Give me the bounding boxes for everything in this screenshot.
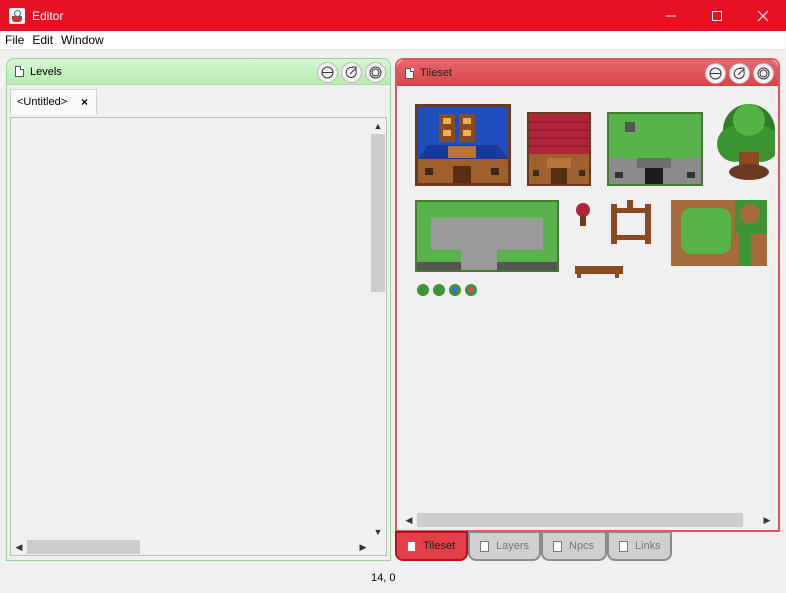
- tileset-panel-header[interactable]: Tileset: [397, 60, 778, 86]
- close-button[interactable]: [740, 0, 786, 31]
- scroll-left-arrow[interactable]: ◀: [11, 539, 27, 555]
- tile-stone-house[interactable]: [607, 112, 703, 186]
- scroll-down-arrow[interactable]: ▼: [370, 524, 386, 540]
- document-icon: [619, 540, 628, 552]
- window-controls: [648, 0, 786, 31]
- tab-npcs-label: Npcs: [569, 540, 595, 552]
- levels-panel-title: Levels: [30, 65, 62, 78]
- status-coords: 14, 0: [371, 572, 396, 584]
- maximize-button[interactable]: [694, 0, 740, 31]
- tile-tree[interactable]: [717, 104, 779, 180]
- document-icon: [407, 540, 416, 552]
- tab-npcs[interactable]: Npcs: [541, 531, 607, 561]
- scroll-right-arrow[interactable]: ▶: [759, 512, 775, 528]
- maximize-panel-button[interactable]: [753, 63, 774, 84]
- document-icon: [15, 66, 24, 77]
- maximize-panel-icon: [757, 67, 770, 80]
- tab-untitled[interactable]: <Untitled> ×: [10, 89, 97, 114]
- minimize-panel-icon: [709, 67, 722, 80]
- tile-fence[interactable]: [611, 200, 651, 244]
- tileset-image[interactable]: [401, 92, 779, 510]
- tile-courtyard[interactable]: [415, 200, 559, 272]
- title-bar: Editor: [0, 0, 786, 31]
- restore-panel-button[interactable]: [729, 63, 750, 84]
- minimize-panel-icon: [321, 66, 334, 79]
- restore-panel-icon: [733, 67, 745, 79]
- tile-grass-patch[interactable]: [671, 200, 767, 266]
- tile-red-house[interactable]: [527, 112, 591, 186]
- maximize-icon: [712, 10, 722, 21]
- window-title: Editor: [32, 8, 64, 23]
- tileset-horizontal-scrollbar[interactable]: ◀ ▶: [401, 512, 775, 528]
- tab-layers[interactable]: Layers: [468, 531, 541, 561]
- java-app-icon: [9, 7, 25, 24]
- minimize-panel-button[interactable]: [317, 62, 338, 83]
- menu-window[interactable]: Window: [57, 31, 108, 50]
- close-icon: [757, 10, 769, 21]
- tileset-panel: Tileset ◀ ▶: [395, 58, 780, 532]
- tile-signpost[interactable]: [576, 203, 590, 226]
- tab-layers-label: Layers: [496, 540, 530, 552]
- tab-links[interactable]: Links: [607, 531, 672, 561]
- tileset-canvas[interactable]: [401, 92, 779, 510]
- levels-vertical-scrollbar[interactable]: ▲ ▼: [370, 118, 386, 540]
- tab-untitled-label: <Untitled>: [17, 96, 68, 108]
- scroll-up-arrow[interactable]: ▲: [370, 118, 386, 134]
- minimize-panel-button[interactable]: [705, 63, 726, 84]
- maximize-panel-icon: [369, 66, 382, 79]
- minimize-icon: [666, 15, 676, 16]
- tileset-panel-title: Tileset: [420, 67, 452, 79]
- document-icon: [480, 540, 489, 552]
- levels-panel: Levels <Untitled> × ▲ ▼ ◀ ▶: [6, 58, 391, 561]
- levels-horizontal-scrollbar[interactable]: ◀ ▶: [11, 539, 371, 555]
- menu-edit[interactable]: Edit: [28, 31, 57, 50]
- levels-panel-header[interactable]: Levels: [7, 59, 390, 85]
- scroll-left-arrow[interactable]: ◀: [401, 512, 417, 528]
- restore-panel-button[interactable]: [341, 62, 362, 83]
- vertical-scroll-thumb[interactable]: [371, 134, 385, 292]
- tile-logs[interactable]: [575, 266, 623, 278]
- minimize-button[interactable]: [648, 0, 694, 31]
- tile-blue-house[interactable]: [415, 104, 511, 186]
- menu-file[interactable]: File: [1, 31, 28, 50]
- maximize-panel-button[interactable]: [365, 62, 386, 83]
- document-icon: [405, 67, 414, 79]
- menu-bar: File Edit Window: [1, 31, 785, 50]
- level-canvas[interactable]: ▲ ▼ ◀ ▶: [10, 117, 387, 556]
- tile-flowers[interactable]: [417, 284, 477, 296]
- scroll-right-arrow[interactable]: ▶: [355, 539, 371, 555]
- horizontal-scroll-thumb[interactable]: [27, 540, 140, 554]
- document-icon: [553, 540, 562, 552]
- tab-close-button[interactable]: ×: [81, 95, 88, 109]
- tab-tileset-label: Tileset: [423, 540, 455, 552]
- tab-links-label: Links: [635, 540, 661, 552]
- restore-panel-icon: [345, 66, 357, 78]
- horizontal-scroll-thumb[interactable]: [417, 513, 743, 527]
- tab-tileset[interactable]: Tileset: [395, 531, 468, 561]
